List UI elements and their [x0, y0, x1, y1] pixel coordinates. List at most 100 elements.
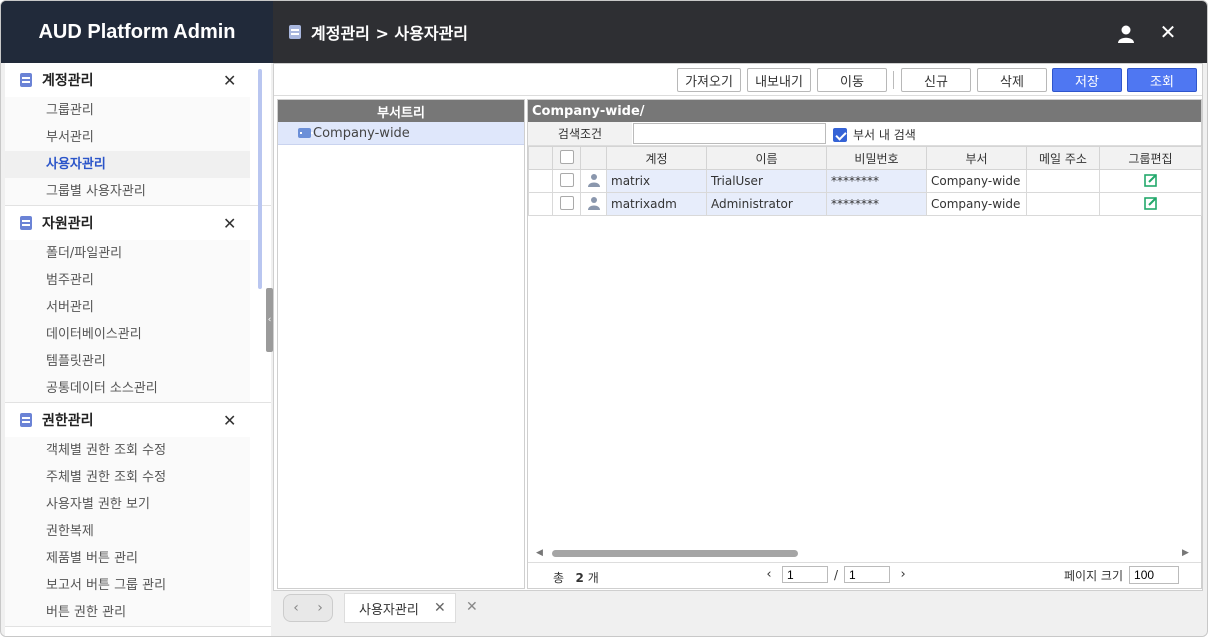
page-size-input[interactable] — [1129, 566, 1180, 584]
top-header: AUD Platform Admin 계정관리 > 사용자관리 ✕ — [1, 1, 1207, 63]
pager: ‹ / › — [760, 566, 912, 583]
user-type-cell — [580, 169, 607, 193]
cell-password[interactable]: ******** — [826, 192, 927, 216]
sidebar-group-header[interactable]: 자원관리 ✕ — [5, 206, 271, 240]
sidebar-item[interactable]: 사용자관리 — [5, 151, 250, 178]
scroll-left-icon[interactable]: ◀ — [536, 548, 543, 558]
sidebar-item[interactable]: 권한복제 — [5, 518, 250, 545]
column-header-account[interactable]: 계정 — [606, 146, 707, 170]
sidebar-item[interactable]: 부서관리 — [5, 124, 250, 151]
sidebar-item[interactable]: 데이터베이스관리 — [5, 321, 250, 348]
search-button[interactable]: 조회 — [1127, 68, 1197, 92]
prev-page-icon[interactable]: ‹ — [760, 567, 778, 582]
grid-footer: 총 2 개 ‹ / › 페이지 크기 — [528, 562, 1201, 588]
sidebar-item[interactable]: 범주관리 — [5, 267, 250, 294]
cell-dept[interactable]: Company-wide — [926, 169, 1027, 193]
close-group-icon[interactable]: ✕ — [223, 411, 236, 430]
sidebar-item[interactable]: 그룹관리 — [5, 97, 250, 124]
document-icon — [289, 25, 301, 39]
department-tree-panel: 부서트리 Company-wide — [277, 99, 525, 589]
row-indicator — [528, 192, 553, 216]
move-button[interactable]: 이동 — [817, 68, 887, 92]
new-button[interactable]: 신규 — [901, 68, 971, 92]
row-indicator-header — [528, 146, 553, 170]
tab-user-management[interactable]: 사용자관리 ✕ — [344, 593, 456, 623]
scrollbar-thumb[interactable] — [552, 550, 798, 557]
column-header-email[interactable]: 메일 주소 — [1026, 146, 1100, 170]
horizontal-scrollbar[interactable]: ◀ ▶ — [536, 548, 1190, 558]
sidebar-scrollbar[interactable] — [258, 69, 262, 289]
column-header-group-edit[interactable]: 그룹편집 — [1099, 146, 1202, 170]
cell-account[interactable]: matrix — [606, 169, 707, 193]
close-all-tabs-icon[interactable]: ✕ — [466, 599, 478, 615]
scroll-right-icon[interactable]: ▶ — [1182, 548, 1189, 558]
row-checkbox[interactable] — [559, 172, 574, 187]
sidebar-item[interactable]: 공통데이터 소스관리 — [5, 375, 250, 402]
main-content: 가져오기 내보내기 이동 신규 삭제 저장 조회 부서트리 Company-wi… — [273, 63, 1203, 591]
row-select-cell[interactable] — [552, 192, 581, 216]
total-value: 2 — [575, 571, 584, 585]
search-input[interactable] — [633, 123, 826, 144]
icon-column-header — [580, 146, 607, 170]
cell-dept[interactable]: Company-wide — [926, 192, 1027, 216]
column-header-dept[interactable]: 부서 — [926, 146, 1027, 170]
close-group-icon[interactable]: ✕ — [223, 71, 236, 90]
close-group-icon[interactable]: ✕ — [223, 214, 236, 233]
sidebar-item[interactable]: 객체별 권한 조회 수정 — [5, 437, 250, 464]
cell-name[interactable]: TrialUser — [706, 169, 827, 193]
edit-icon[interactable] — [1143, 196, 1158, 210]
tree-node-company-wide[interactable]: Company-wide — [278, 122, 524, 145]
checkbox-icon[interactable] — [833, 127, 847, 142]
cell-group-edit[interactable] — [1099, 192, 1202, 216]
sidebar-item[interactable]: 주체별 권한 조회 수정 — [5, 464, 250, 491]
dept-search-label: 부서 내 검색 — [853, 128, 916, 142]
sidebar-item[interactable]: 폴더/파일관리 — [5, 240, 250, 267]
column-header-password[interactable]: 비밀번호 — [826, 146, 927, 170]
cell-group-edit[interactable] — [1099, 169, 1202, 193]
cell-name[interactable]: Administrator — [706, 192, 827, 216]
sidebar-item[interactable]: 보고서 버튼 그룹 관리 — [5, 572, 250, 599]
tab-next-icon[interactable]: › — [317, 600, 323, 616]
table-row[interactable]: matrix TrialUser ******** Company-wide — [528, 169, 1202, 193]
cell-account[interactable]: matrixadm — [606, 192, 707, 216]
row-select-cell[interactable] — [552, 169, 581, 193]
document-icon — [20, 413, 32, 427]
user-type-cell — [580, 192, 607, 216]
table-row[interactable]: matrixadm Administrator ******** Company… — [528, 192, 1202, 216]
row-indicator — [528, 169, 553, 193]
user-icon[interactable] — [1115, 23, 1137, 45]
close-icon[interactable]: ✕ — [1159, 22, 1177, 42]
search-row: 검색조건 부서 내 검색 — [528, 122, 1201, 146]
sidebar-item[interactable]: 제품별 버튼 관리 — [5, 545, 250, 572]
edit-icon[interactable] — [1143, 173, 1158, 187]
import-button[interactable]: 가져오기 — [677, 68, 741, 92]
sidebar-group-header[interactable]: 계정관리 ✕ — [5, 63, 271, 97]
next-page-icon[interactable]: › — [894, 567, 912, 582]
export-button[interactable]: 내보내기 — [747, 68, 811, 92]
cell-email[interactable] — [1026, 169, 1100, 193]
sidebar-item[interactable]: 템플릿관리 — [5, 348, 250, 375]
sidebar-item[interactable]: 버튼 권한 관리 — [5, 599, 250, 626]
cell-password[interactable]: ******** — [826, 169, 927, 193]
collapse-sidebar-handle[interactable]: ‹ — [266, 288, 273, 352]
sidebar-group-title: 권한관리 — [42, 413, 94, 429]
total-label: 총 — [553, 571, 565, 585]
delete-button[interactable]: 삭제 — [977, 68, 1047, 92]
cell-email[interactable] — [1026, 192, 1100, 216]
dept-search-checkbox[interactable]: 부서 내 검색 — [833, 126, 916, 143]
save-button[interactable]: 저장 — [1052, 68, 1122, 92]
toolbar: 가져오기 내보내기 이동 신규 삭제 저장 조회 — [274, 64, 1202, 96]
tab-prev-icon[interactable]: ‹ — [293, 600, 299, 616]
sidebar-item[interactable]: 사용자별 권한 보기 — [5, 491, 250, 518]
sidebar-item[interactable]: 그룹별 사용자관리 — [5, 178, 250, 205]
page-size-label: 페이지 크기 — [1064, 568, 1124, 583]
select-all-header[interactable] — [552, 146, 581, 170]
sidebar-item[interactable]: 서버관리 — [5, 294, 250, 321]
current-page-input[interactable] — [782, 566, 828, 583]
tab-close-icon[interactable]: ✕ — [434, 600, 446, 616]
column-header-name[interactable]: 이름 — [706, 146, 827, 170]
sidebar-group-header[interactable]: 권한관리 ✕ — [5, 403, 271, 437]
select-all-checkbox[interactable] — [559, 149, 574, 164]
row-checkbox[interactable] — [559, 195, 574, 210]
sidebar-group: 자원관리 ✕ 폴더/파일관리 범주관리 서버관리 데이터베이스관리 템플릿관리 공통데이터 소… — [5, 206, 271, 403]
